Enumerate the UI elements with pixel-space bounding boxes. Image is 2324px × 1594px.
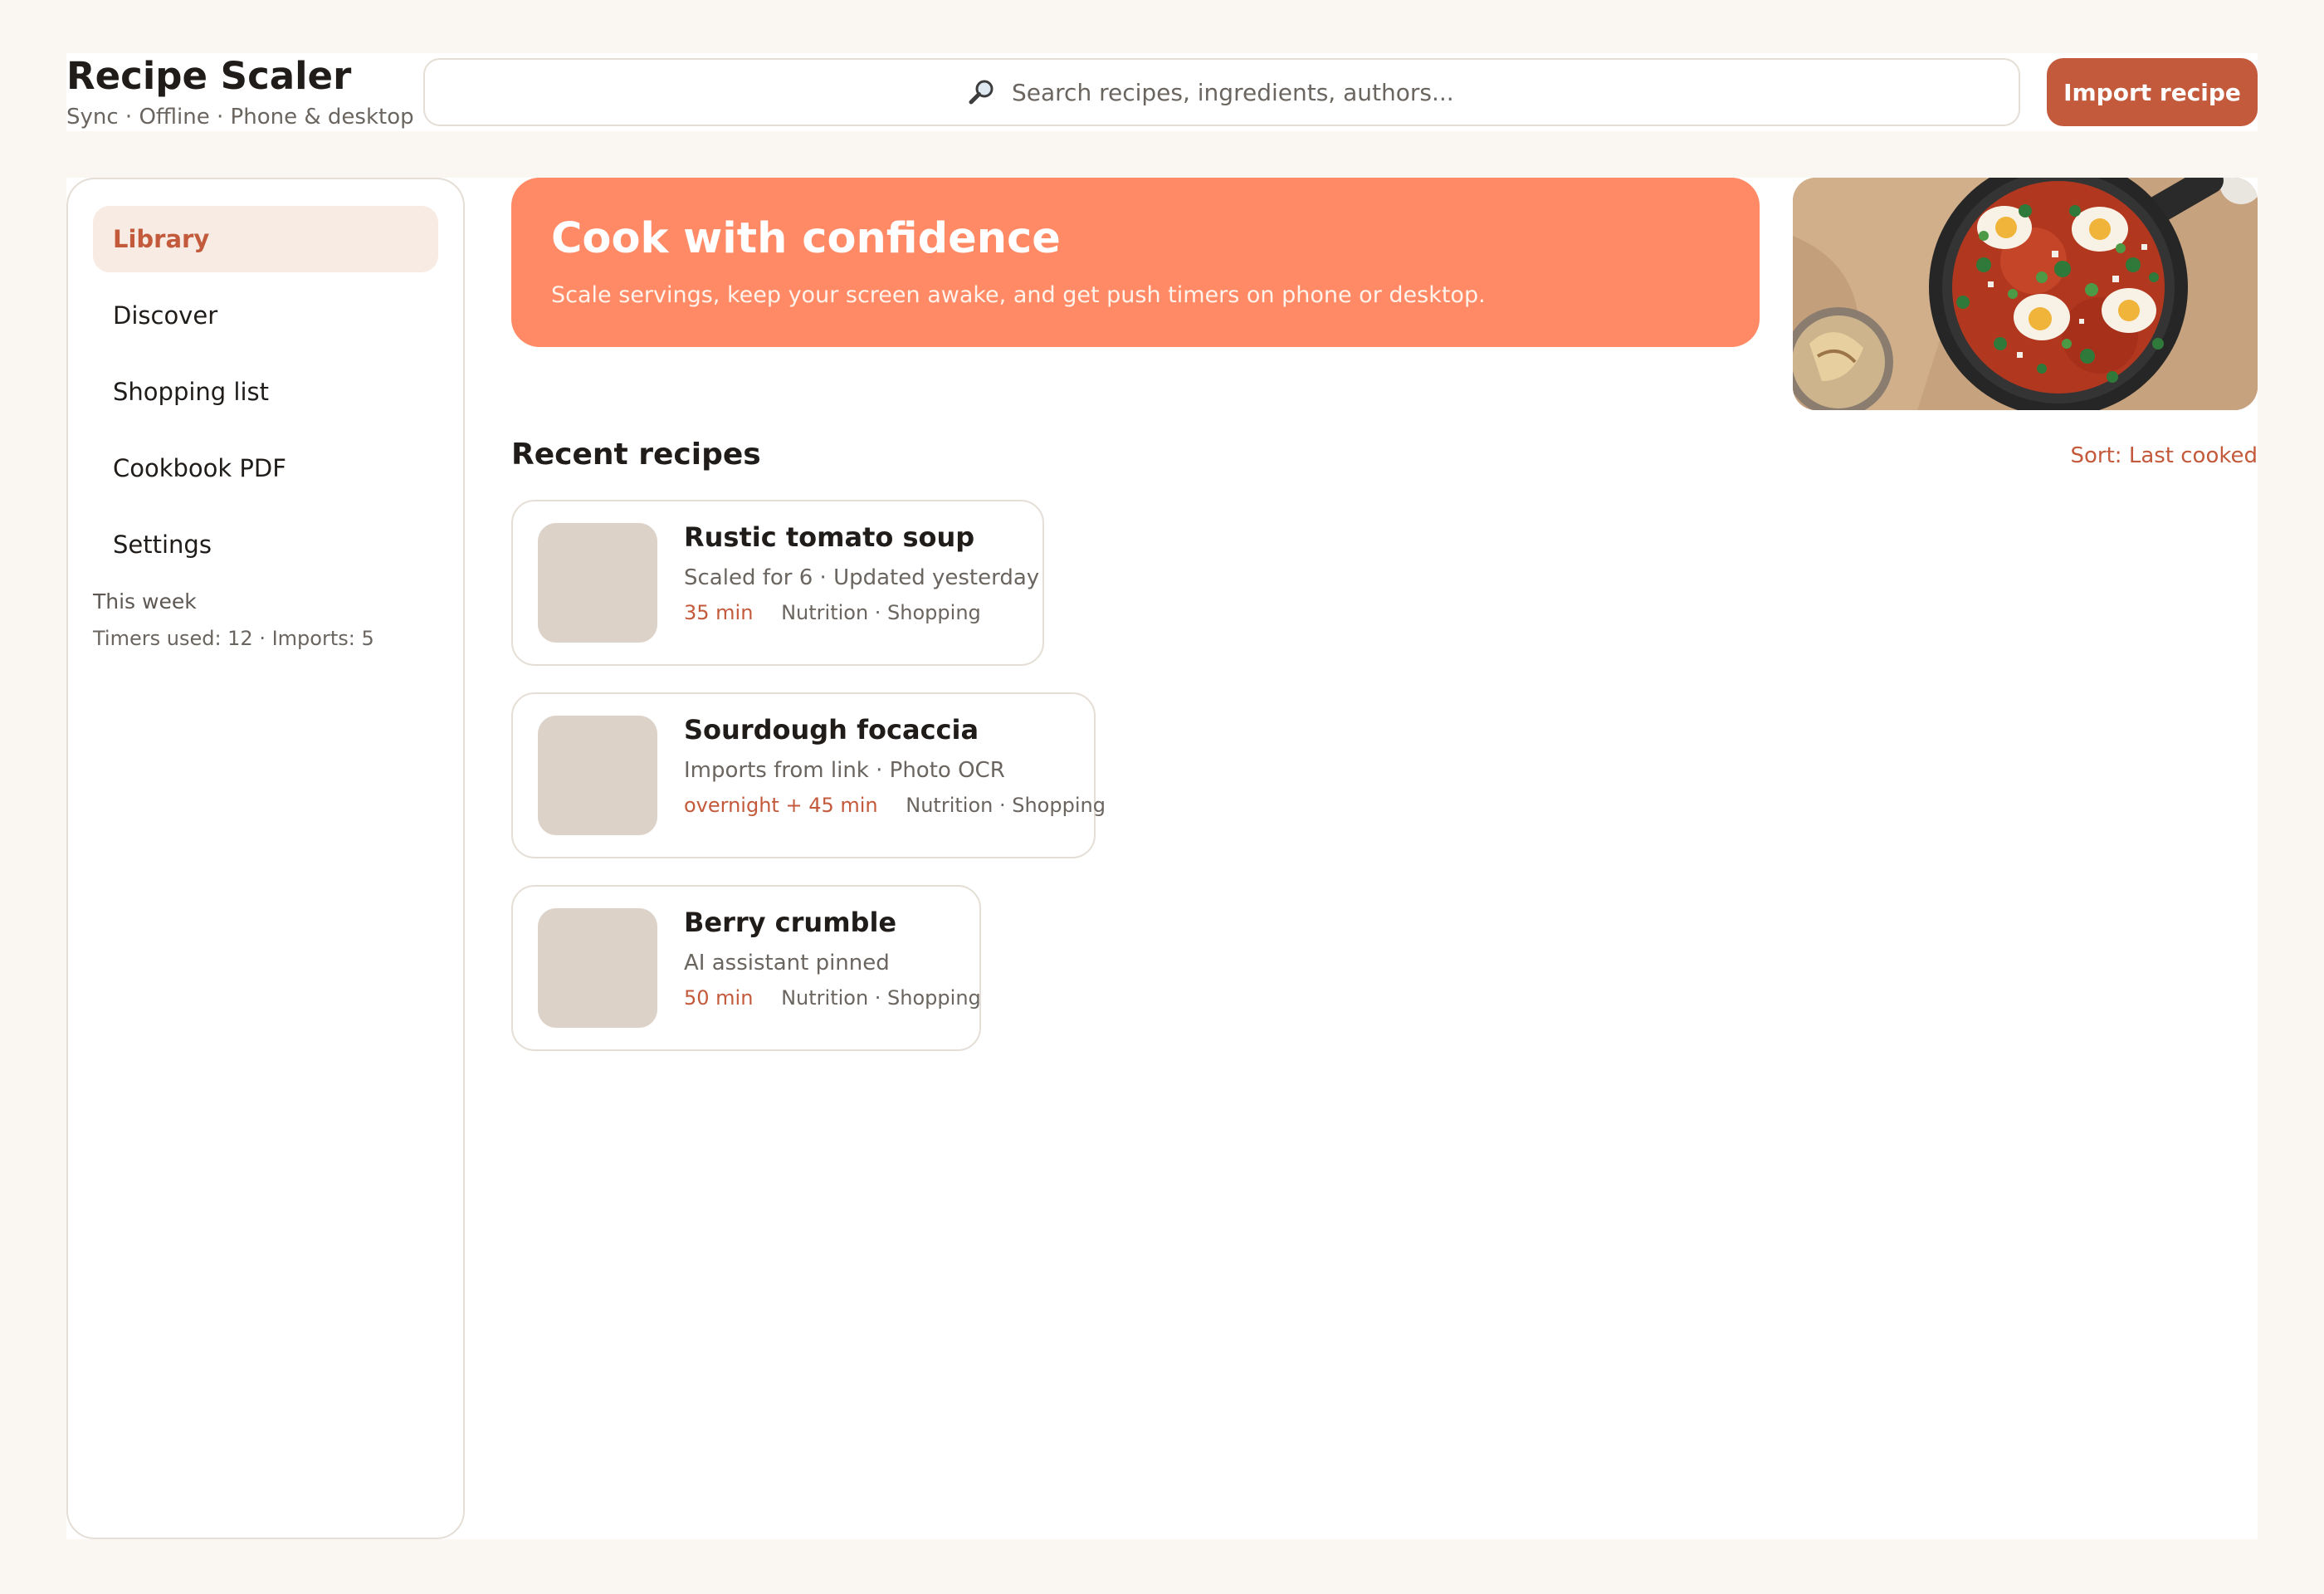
- recipe-subtitle: Imports from link · Photo OCR: [684, 758, 1005, 783]
- recipe-links[interactable]: Nutrition · Shopping: [906, 794, 1106, 817]
- recipe-title: Sourdough focaccia: [684, 714, 979, 746]
- app-subtitle: Sync · Offline · Phone & desktop: [66, 105, 414, 130]
- recipe-links[interactable]: Nutrition · Shopping: [781, 986, 981, 1010]
- sidebar-item-label: Cookbook PDF: [113, 454, 286, 482]
- recipe-links[interactable]: Nutrition · Shopping: [781, 601, 981, 624]
- sidebar-item-discover[interactable]: Discover: [93, 282, 438, 349]
- sidebar-item-label: Settings: [113, 531, 212, 559]
- sidebar-item-library[interactable]: Library: [93, 206, 438, 272]
- sort-dropdown[interactable]: Sort: Last cooked: [2071, 442, 2258, 470]
- sidebar-item-shopping-list[interactable]: Shopping list: [93, 359, 438, 425]
- hero-subtitle: Scale servings, keep your screen awake, …: [551, 282, 1486, 308]
- week-summary-stats: Timers used: 12 · Imports: 5: [93, 627, 374, 650]
- sidebar-item-label: Shopping list: [113, 378, 270, 406]
- recipe-card-berry-crumble[interactable]: Berry crumble AI assistant pinned 50 min…: [511, 885, 981, 1051]
- recipe-time: overnight + 45 min: [684, 794, 878, 817]
- recipe-time: 35 min: [684, 601, 754, 624]
- sidebar-item-label: Discover: [113, 301, 218, 330]
- recipe-card-sourdough-focaccia[interactable]: Sourdough focaccia Imports from link · P…: [511, 692, 1106, 858]
- brand: Recipe Scaler Sync · Offline · Phone & d…: [66, 53, 423, 131]
- hero-banner: Cook with confidence Scale servings, kee…: [511, 178, 1760, 347]
- search-input[interactable]: [1012, 78, 1477, 106]
- recipe-title: Rustic tomato soup: [684, 521, 975, 553]
- hero-title: Cook with confidence: [551, 214, 1061, 263]
- shakshuka-photo: [1793, 178, 2258, 410]
- app-title: Recipe Scaler: [66, 54, 352, 98]
- week-summary-label: This week: [93, 589, 197, 614]
- import-recipe-button[interactable]: Import recipe: [2047, 58, 2258, 126]
- recipe-thumbnail: [538, 523, 657, 643]
- recipe-thumbnail: [538, 908, 657, 1028]
- sidebar: Library Discover Shopping list Cookbook …: [66, 178, 465, 1539]
- main-content: Library Discover Shopping list Cookbook …: [66, 178, 2258, 1539]
- recipe-title: Berry crumble: [684, 907, 897, 938]
- app-header: Recipe Scaler Sync · Offline · Phone & d…: [66, 53, 2258, 131]
- recipe-thumbnail: [538, 716, 657, 835]
- sidebar-item-label: Library: [113, 225, 210, 253]
- magnifier-icon: [967, 77, 997, 107]
- sidebar-item-cookbook-pdf[interactable]: Cookbook PDF: [93, 435, 438, 501]
- recipe-subtitle: Scaled for 6 · Updated yesterday: [684, 565, 1040, 590]
- recipe-time: 50 min: [684, 986, 754, 1010]
- recent-recipes-title: Recent recipes: [511, 438, 761, 472]
- recipe-subtitle: AI assistant pinned: [684, 951, 890, 975]
- recipe-card-rustic-tomato-soup[interactable]: Rustic tomato soup Scaled for 6 · Update…: [511, 500, 1044, 666]
- search-bar[interactable]: [423, 58, 2020, 126]
- sidebar-item-settings[interactable]: Settings: [93, 511, 438, 578]
